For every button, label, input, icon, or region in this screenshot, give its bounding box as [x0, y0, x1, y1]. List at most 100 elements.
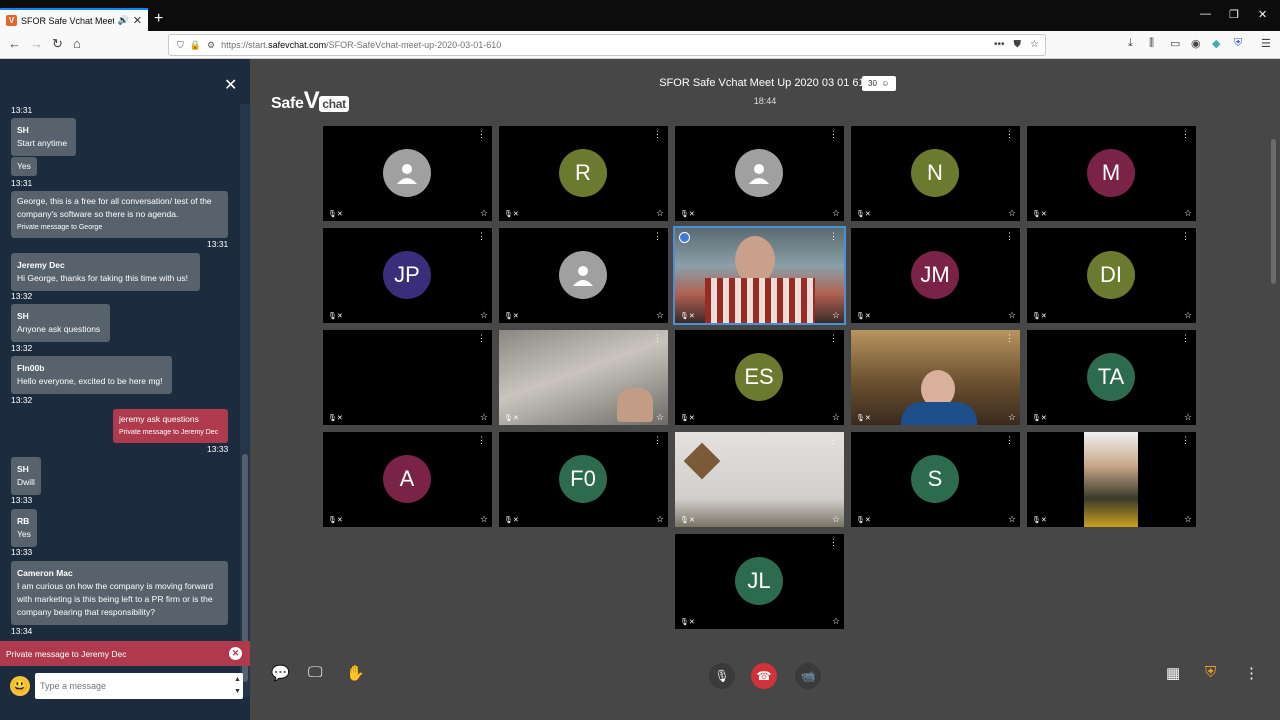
tile-menu-icon[interactable]: ⋮ [829, 537, 838, 548]
reload-icon[interactable]: ↻ [52, 36, 63, 52]
participant-tile[interactable]: ⋮ 🎙✕ ☆ [499, 228, 668, 323]
participant-tile[interactable]: JP ⋮ 🎙✕ ☆ [323, 228, 492, 323]
bookmark-star-icon[interactable]: ☆ [1030, 39, 1039, 50]
tile-menu-icon[interactable]: ⋮ [653, 231, 662, 242]
participant-count-badge[interactable]: 30 ☺ [862, 76, 896, 91]
pin-star-icon[interactable]: ☆ [656, 412, 664, 423]
participant-tile[interactable]: ⋮ 🎙✕ ☆ [851, 330, 1020, 425]
close-chat-icon[interactable]: ✕ [224, 75, 237, 95]
pin-star-icon[interactable]: ☆ [832, 412, 840, 423]
participant-tile[interactable]: JM ⋮ 🎙✕ ☆ [851, 228, 1020, 323]
pin-star-icon[interactable]: ☆ [656, 514, 664, 525]
pin-star-icon[interactable]: ☆ [1008, 208, 1016, 219]
tile-menu-icon[interactable]: ⋮ [1005, 231, 1014, 242]
emoji-picker-icon[interactable]: 😃 [10, 676, 30, 696]
tile-menu-icon[interactable]: ⋮ [477, 231, 486, 242]
tile-menu-icon[interactable]: ⋮ [1181, 129, 1190, 140]
cancel-private-message-icon[interactable]: ✕ [229, 647, 242, 660]
pin-star-icon[interactable]: ☆ [480, 514, 488, 525]
tab-close-icon[interactable]: ✕ [133, 14, 142, 27]
permissions-icon[interactable]: ⚙ [207, 40, 215, 51]
extension-icon[interactable]: ◆ [1212, 37, 1220, 50]
pin-star-icon[interactable]: ☆ [1008, 514, 1016, 525]
more-options-icon[interactable]: ⋮ [1244, 664, 1259, 682]
participant-tile[interactable]: S ⋮ 🎙✕ ☆ [851, 432, 1020, 527]
tile-menu-icon[interactable]: ⋮ [1181, 333, 1190, 344]
pin-star-icon[interactable]: ☆ [480, 412, 488, 423]
tile-menu-icon[interactable]: ⋮ [829, 231, 838, 242]
browser-tab[interactable]: V SFOR Safe Vchat Meet Up 2( 🔊 ✕ [0, 8, 148, 31]
hangup-button[interactable]: ☎ [751, 663, 777, 689]
tracking-shield-icon[interactable]: ⛉ [177, 40, 184, 51]
share-screen-icon[interactable]: 🖵 [308, 664, 322, 681]
mute-microphone-button[interactable]: 🎙 [709, 663, 735, 689]
participant-tile[interactable]: ⋮ 🎙✕ ☆ [323, 126, 492, 221]
participant-tile[interactable]: ⋮ 🎙✕ ☆ [675, 126, 844, 221]
tile-menu-icon[interactable]: ⋮ [477, 333, 486, 344]
window-close-icon[interactable]: ✕ [1258, 8, 1267, 21]
url-bar[interactable]: ⛉ 🔒 ⚙ https://start.safevchat.com/SFOR-S… [168, 34, 1046, 56]
pin-star-icon[interactable]: ☆ [1008, 412, 1016, 423]
page-actions-icon[interactable]: ••• [994, 39, 1005, 50]
lock-icon[interactable]: 🔒 [190, 40, 201, 51]
pin-star-icon[interactable]: ☆ [480, 208, 488, 219]
tile-menu-icon[interactable]: ⋮ [1181, 435, 1190, 446]
participant-tile[interactable]: ⋮ 🎙✕ ☆ [675, 432, 844, 527]
tile-menu-icon[interactable]: ⋮ [653, 435, 662, 446]
security-shield-icon[interactable]: ⛨ [1205, 664, 1216, 681]
participant-tile[interactable]: ⋮ 🎙✕ ☆ [499, 330, 668, 425]
participant-tile[interactable]: JL ⋮ 🎙✕ ☆ [675, 534, 844, 629]
tile-menu-icon[interactable]: ⋮ [1005, 129, 1014, 140]
restore-icon[interactable]: ❐ [1229, 8, 1239, 21]
pin-star-icon[interactable]: ☆ [832, 310, 840, 321]
account-icon[interactable]: ◉ [1191, 37, 1201, 50]
participant-tile[interactable]: ⋮ 🎙✕ ☆ [673, 226, 846, 325]
tile-menu-icon[interactable]: ⋮ [1005, 333, 1014, 344]
pin-star-icon[interactable]: ☆ [1008, 310, 1016, 321]
tile-menu-icon[interactable]: ⋮ [1181, 231, 1190, 242]
tab-audio-icon[interactable]: 🔊 [118, 15, 129, 26]
pin-star-icon[interactable]: ☆ [832, 514, 840, 525]
raise-hand-icon[interactable]: ✋ [346, 664, 365, 682]
forward-icon[interactable]: → [30, 36, 43, 51]
new-tab-button[interactable]: + [154, 10, 163, 28]
menu-hamburger-icon[interactable]: ☰ [1261, 37, 1271, 50]
pin-star-icon[interactable]: ☆ [832, 208, 840, 219]
tile-menu-icon[interactable]: ⋮ [829, 333, 838, 344]
downloads-icon[interactable]: ⤓ [1128, 37, 1133, 50]
participant-tile[interactable]: ES ⋮ 🎙✕ ☆ [675, 330, 844, 425]
tile-menu-icon[interactable]: ⋮ [1005, 435, 1014, 446]
tile-menu-icon[interactable]: ⋮ [477, 129, 486, 140]
ublock-extension-icon[interactable]: ⛨ [1234, 37, 1242, 50]
main-scrollbar[interactable] [1268, 129, 1278, 639]
home-icon[interactable]: ⌂ [73, 36, 81, 51]
participant-tile[interactable]: R ⋮ 🎙✕ ☆ [499, 126, 668, 221]
main-scroll-thumb[interactable] [1271, 139, 1276, 284]
toggle-chat-icon[interactable]: 💬 [271, 664, 290, 682]
tile-menu-icon[interactable]: ⋮ [653, 129, 662, 140]
tile-menu-icon[interactable]: ⋮ [829, 129, 838, 140]
participant-tile[interactable]: M ⋮ 🎙✕ ☆ [1027, 126, 1196, 221]
participant-tile[interactable]: A ⋮ 🎙✕ ☆ [323, 432, 492, 527]
pin-star-icon[interactable]: ☆ [1184, 208, 1192, 219]
tile-menu-icon[interactable]: ⋮ [829, 435, 838, 446]
back-icon[interactable]: ← [8, 36, 21, 51]
library-icon[interactable]: ⫼ [1149, 37, 1154, 50]
participant-tile[interactable]: ⋮ 🎙✕ ☆ [1027, 432, 1196, 527]
tile-view-icon[interactable]: ▦ [1166, 664, 1180, 682]
pocket-icon[interactable]: ⛊ [1014, 39, 1022, 50]
pin-star-icon[interactable]: ☆ [1184, 514, 1192, 525]
sidebar-icon[interactable]: ▭ [1170, 37, 1180, 50]
tile-menu-icon[interactable]: ⋮ [653, 333, 662, 344]
pin-star-icon[interactable]: ☆ [1184, 412, 1192, 423]
pin-star-icon[interactable]: ☆ [832, 616, 840, 627]
pin-star-icon[interactable]: ☆ [480, 310, 488, 321]
scroll-down-icon[interactable]: ▼ [234, 688, 241, 695]
pin-star-icon[interactable]: ☆ [656, 310, 664, 321]
chat-message-input[interactable] [35, 673, 243, 699]
participant-tile[interactable]: ⋮ 🎙✕ ☆ [323, 330, 492, 425]
pin-star-icon[interactable]: ☆ [1184, 310, 1192, 321]
tile-menu-icon[interactable]: ⋮ [477, 435, 486, 446]
participant-tile[interactable]: TA ⋮ 🎙✕ ☆ [1027, 330, 1196, 425]
scroll-up-icon[interactable]: ▲ [234, 676, 241, 683]
